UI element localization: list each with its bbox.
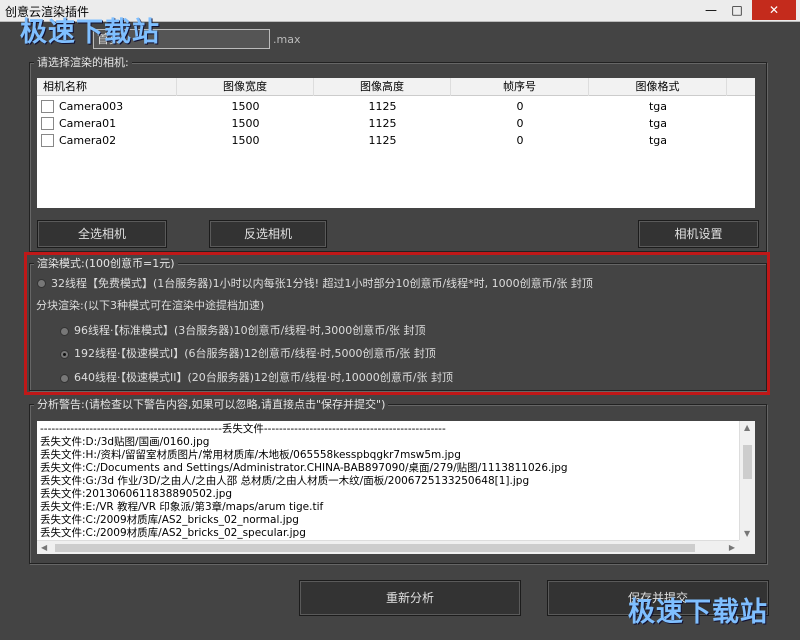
- watermark-bottom: 极速下载站: [628, 597, 768, 628]
- horizontal-scrollbar[interactable]: ◀ ▶: [37, 540, 739, 554]
- log-line: 丢失文件:C:/2009材质库/AS2_bricks_02_normal.jpg: [40, 514, 299, 526]
- cell-format: tga: [648, 100, 668, 113]
- vertical-scroll-thumb[interactable]: [743, 445, 752, 479]
- close-icon[interactable]: ✕: [752, 0, 796, 20]
- cell-width: 1500: [231, 117, 260, 130]
- standard-mode-label[interactable]: 96线程·【标准模式】(3台服务器)10创意币/线程·时,3000创意币/张 封…: [74, 324, 425, 338]
- cell-camera-name: Camera003: [59, 100, 124, 113]
- table-row[interactable]: Camera02 1500 1125 0 tga: [37, 132, 755, 149]
- scroll-corner: [739, 540, 755, 554]
- table-row[interactable]: Camera01 1500 1125 0 tga: [37, 115, 755, 132]
- turbo-mode-1-radio[interactable]: [60, 350, 69, 359]
- col-width[interactable]: 图像宽度: [177, 78, 314, 96]
- camera-group-title: 请选择渲染的相机:: [34, 56, 132, 69]
- cell-camera-name: Camera01: [59, 117, 117, 130]
- log-line: 丢失文件:2013060611838890502.jpg: [40, 488, 233, 500]
- log-line: 丢失文件:H:/资料/留留室材质图片/常用材质库/木地板/065558kessp…: [40, 449, 461, 461]
- col-format[interactable]: 图像格式: [589, 78, 727, 96]
- turbo-mode-2-label[interactable]: 640线程·【极速模式II】(20台服务器)12创意币/线程·时,10000创意…: [74, 371, 453, 385]
- cell-height: 1125: [368, 134, 397, 147]
- maximize-icon[interactable]: □: [724, 0, 750, 20]
- split-render-label: 分块渲染:(以下3种模式可在渲染中途提档加速): [36, 299, 265, 312]
- warnings-log[interactable]: ----------------------------------------…: [37, 421, 755, 554]
- scroll-left-icon[interactable]: ◀: [41, 543, 47, 552]
- reanalyze-button[interactable]: 重新分析: [299, 580, 521, 616]
- camera-table: 相机名称 图像宽度 图像高度 帧序号 图像格式 Camera003 1500 1…: [37, 78, 755, 208]
- log-line: ----------------------------------------…: [40, 423, 446, 435]
- log-line: 丢失文件:C:/Documents and Settings/Administr…: [40, 462, 568, 474]
- row-checkbox[interactable]: [41, 117, 54, 130]
- warnings-title: 分析警告:(请检查以下警告内容,如果可以忽略,请直接点击"保存并提交"): [34, 398, 389, 411]
- free-mode-label[interactable]: 32线程【免费模式】(1台服务器)1小时以内每张1分钱! 超过1小时部分10创意…: [51, 277, 593, 291]
- cell-format: tga: [648, 134, 668, 147]
- cell-height: 1125: [368, 117, 397, 130]
- cell-frame: 0: [516, 100, 524, 113]
- cell-frame: 0: [516, 117, 524, 130]
- scroll-down-icon[interactable]: ▼: [744, 529, 750, 538]
- row-checkbox[interactable]: [41, 100, 54, 113]
- turbo-mode-1-label[interactable]: 192线程·【极速模式I】(6台服务器)12创意币/线程·时,5000创意币/张…: [74, 347, 436, 361]
- cell-width: 1500: [231, 100, 260, 113]
- cell-frame: 0: [516, 134, 524, 147]
- scroll-up-icon[interactable]: ▲: [744, 423, 750, 432]
- scroll-right-icon[interactable]: ▶: [729, 543, 735, 552]
- horizontal-scroll-thumb[interactable]: [55, 544, 695, 552]
- turbo-mode-2-radio[interactable]: [60, 374, 69, 383]
- log-line: 丢失文件:E:/VR 教程/VR 印象派/第3章/maps/arum tige.…: [40, 501, 324, 513]
- table-header: 相机名称 图像宽度 图像高度 帧序号 图像格式: [37, 78, 755, 96]
- col-frame[interactable]: 帧序号: [451, 78, 589, 96]
- log-line: 丢失文件:G:/3d 作业/3D/之由人/之由人邵 总材质/之由人材质一木纹/面…: [40, 475, 530, 487]
- select-all-cameras-button[interactable]: 全选相机: [37, 220, 167, 248]
- cell-width: 1500: [231, 134, 260, 147]
- free-mode-radio[interactable]: [37, 279, 46, 288]
- table-row[interactable]: Camera003 1500 1125 0 tga: [37, 98, 755, 115]
- file-extension-label: .max: [273, 33, 301, 46]
- invert-selection-button[interactable]: 反选相机: [209, 220, 327, 248]
- minimize-icon[interactable]: —: [698, 0, 724, 20]
- log-line: 丢失文件:C:/2009材质库/AS2_bricks_02_specular.j…: [40, 527, 306, 539]
- log-line: 丢失文件:D:/3d贴图/国画/0160.jpg: [40, 436, 210, 448]
- row-checkbox[interactable]: [41, 134, 54, 147]
- vertical-scrollbar[interactable]: ▲ ▼: [739, 421, 755, 540]
- cell-height: 1125: [368, 100, 397, 113]
- watermark-top: 极速下载站: [20, 17, 160, 48]
- standard-mode-radio[interactable]: [60, 327, 69, 336]
- cell-format: tga: [648, 117, 668, 130]
- col-height[interactable]: 图像高度: [314, 78, 451, 96]
- camera-settings-button[interactable]: 相机设置: [638, 220, 759, 248]
- cell-camera-name: Camera02: [59, 134, 117, 147]
- col-camera-name[interactable]: 相机名称: [37, 78, 177, 96]
